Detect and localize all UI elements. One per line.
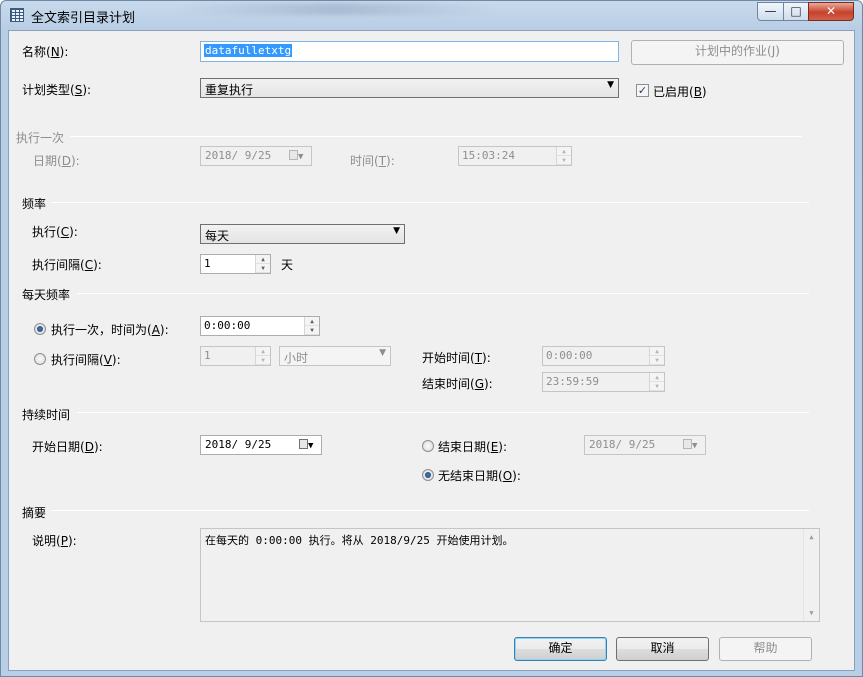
spin-up-icon[interactable]: ▲ [557,147,571,156]
one-time-date-picker[interactable]: 2018/ 9/25 ▼ [200,146,312,166]
scroll-up-icon[interactable]: ▲ [804,529,819,545]
spin-down-icon[interactable]: ▼ [256,264,270,273]
end-date-label: 结束日期(E): [438,440,508,454]
no-end-date-radio[interactable] [422,469,434,481]
occurs-every-label: 执行间隔(V): [51,353,121,367]
name-label: 名称(N): [22,45,69,59]
chevron-down-icon: ▼ [607,80,614,90]
title-bar[interactable]: 全文索引目录计划 — □ ✕ [1,1,862,29]
every-spinner[interactable]: ▲ ▼ [255,347,270,365]
start-time-label: 开始时间(T): [422,351,491,365]
jobs-in-schedule-button[interactable]: 计划中的作业(J) [631,40,844,65]
section-one-time: 执行一次 [16,131,65,145]
enabled-checkbox[interactable]: ✓ [636,84,649,97]
occurs-once-radio[interactable] [34,323,46,335]
spin-down-icon[interactable]: ▼ [650,356,664,365]
cancel-button[interactable]: 取消 [616,637,709,661]
spin-up-icon[interactable]: ▲ [650,347,664,356]
minimize-button[interactable]: — [757,2,784,21]
description-label: 说明(P): [32,534,77,548]
enabled-label: 已启用(B) [653,85,707,99]
close-button[interactable]: ✕ [808,2,854,21]
spin-down-icon[interactable]: ▼ [650,382,664,391]
spin-down-icon[interactable]: ▼ [305,326,319,335]
spin-up-icon[interactable]: ▲ [305,317,319,326]
start-date-label: 开始日期(D): [32,440,103,454]
spin-up-icon[interactable]: ▲ [256,255,270,264]
recurs-every-input[interactable]: 1 ▲ ▼ [200,254,271,274]
occurs-every-input[interactable]: 1 ▲ ▼ [200,346,271,366]
maximize-button[interactable]: □ [783,2,809,21]
table-icon [10,8,24,22]
recurs-unit: 天 [281,258,294,272]
spin-down-icon[interactable]: ▼ [256,356,270,365]
section-duration: 持续时间 [22,408,71,422]
occurs-once-label: 执行一次，时间为(A): [51,323,169,337]
blurred-background-text [176,3,496,15]
no-end-date-label: 无结束日期(O): [438,469,521,483]
dialog-window: 全文索引目录计划 — □ ✕ 名称(N): datafulletxtg 计划中的… [0,0,863,677]
dialog-body: 名称(N): datafulletxtg 计划中的作业(J) 计划类型(S): … [8,30,855,671]
spin-up-icon[interactable]: ▲ [650,373,664,382]
occurs-select[interactable]: 每天 ▼ [200,224,405,244]
chevron-down-icon: ▼ [393,226,400,236]
minimize-icon: — [764,4,777,18]
calendar-icon: ▼ [299,439,317,451]
section-daily-frequency: 每天频率 [22,288,71,302]
chevron-down-icon: ▼ [379,348,386,358]
separator [51,510,809,511]
time-spinner[interactable]: ▲ ▼ [304,317,319,335]
separator [51,202,809,203]
spin-up-icon[interactable]: ▲ [256,347,270,356]
calendar-icon: ▼ [683,439,701,451]
name-input[interactable]: datafulletxtg [200,41,619,62]
occurs-every-unit-select[interactable]: 小时 ▼ [279,346,391,366]
scroll-down-icon[interactable]: ▼ [804,605,819,621]
window-title: 全文索引目录计划 [31,11,136,26]
time-spinner[interactable]: ▲ ▼ [556,147,571,165]
time-spinner[interactable]: ▲ ▼ [649,347,664,365]
end-time-input[interactable]: 23:59:59 ▲ ▼ [542,372,665,392]
section-frequency: 频率 [22,197,47,211]
occurs-every-radio[interactable] [34,353,46,365]
separator [70,136,802,137]
start-date-picker[interactable]: 2018/ 9/25 ▼ [200,435,322,455]
calendar-icon: ▼ [289,150,307,162]
ok-button[interactable]: 确定 [514,637,607,661]
one-time-date-label: 日期(D): [33,154,80,168]
close-icon: ✕ [825,4,837,18]
schedule-type-label: 计划类型(S): [22,83,92,97]
occurs-label: 执行(C): [32,225,78,239]
recurs-spinner[interactable]: ▲ ▼ [255,255,270,273]
description-textarea[interactable]: 在每天的 0:00:00 执行。将从 2018/9/25 开始使用计划。 ▲ ▼ [200,528,820,622]
time-spinner[interactable]: ▲ ▼ [649,373,664,391]
section-summary: 摘要 [22,506,47,520]
vertical-scrollbar[interactable]: ▲ ▼ [803,529,819,621]
one-time-time-label: 时间(T): [350,154,395,168]
start-time-input[interactable]: 0:00:00 ▲ ▼ [542,346,665,366]
end-time-label: 结束时间(G): [422,377,493,391]
spin-down-icon[interactable]: ▼ [557,156,571,165]
end-date-radio[interactable] [422,440,434,452]
end-date-picker[interactable]: 2018/ 9/25 ▼ [584,435,706,455]
separator [77,293,809,294]
maximize-icon: □ [790,4,802,18]
one-time-time-input[interactable]: 15:03:24 ▲ ▼ [458,146,572,166]
recurs-every-label: 执行间隔(C): [32,258,102,272]
occurs-once-time-input[interactable]: 0:00:00 ▲ ▼ [200,316,320,336]
separator [77,412,809,413]
help-button[interactable]: 帮助 [719,637,812,661]
schedule-type-select[interactable]: 重复执行 ▼ [200,78,619,98]
